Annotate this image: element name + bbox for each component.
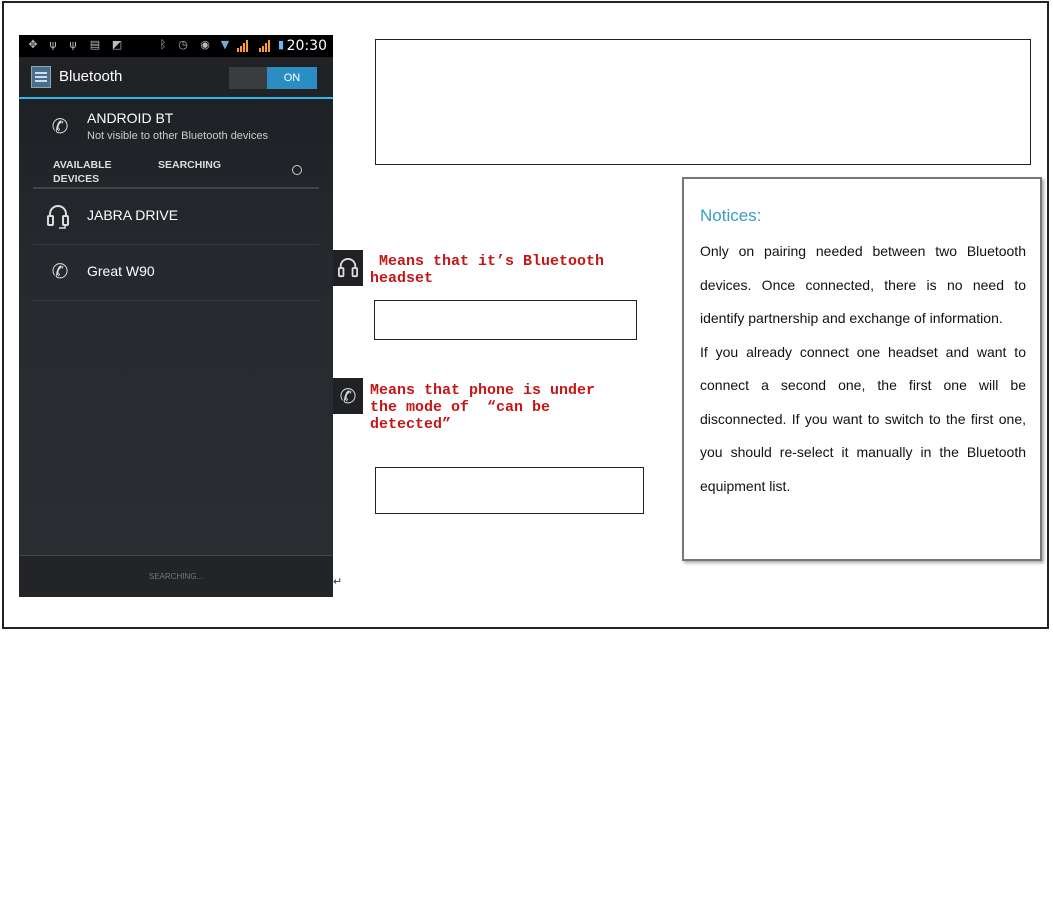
- devices-label: DEVICES: [53, 173, 100, 185]
- available-devices-header: AVAILABLE DEVICES SEARCHING: [33, 155, 319, 189]
- return-mark: ↵: [333, 576, 343, 588]
- headset-icon: [47, 205, 69, 229]
- signal-icon: [259, 40, 270, 52]
- notices-body: Only on pairing needed between two Bluet…: [700, 235, 1026, 503]
- local-device[interactable]: ✆ ANDROID BT Not visible to other Blueto…: [19, 99, 333, 151]
- battery-icon: ▮: [277, 38, 285, 51]
- phone-note: Means that phone is under the mode of “c…: [370, 382, 596, 433]
- usb-icon: ψ: [49, 38, 57, 51]
- sync-icon: ◉: [200, 38, 210, 51]
- notices-box: Notices: Only on pairing needed between …: [682, 177, 1042, 561]
- searching-label: SEARCHING: [158, 159, 222, 171]
- toggle-on-label: ON: [267, 67, 317, 89]
- usb-icon: ✥: [28, 38, 38, 51]
- bluetooth-toggle[interactable]: ON: [229, 67, 317, 89]
- phone-icon: ✆: [333, 378, 363, 414]
- usb-icon: ψ: [69, 38, 77, 51]
- available-label: AVAILABLE: [53, 159, 112, 171]
- visibility-status: Not visible to other Bluetooth devices: [87, 130, 268, 142]
- device-name: JABRA DRIVE: [87, 207, 179, 223]
- phone-icon: ✆: [51, 114, 69, 138]
- phone-screenshot: ✥ ψ ψ ▤ ◩ ᛒ ◷ ◉ ▼ ▮ 20:30 Bluetooth ON ✆…: [19, 35, 333, 597]
- headset-icon: [333, 250, 363, 286]
- empty-frame-middle: [374, 300, 637, 340]
- bluetooth-icon: ᛒ: [159, 38, 167, 51]
- alarm-icon: ◷: [178, 38, 188, 51]
- settings-app-icon[interactable]: [31, 66, 51, 88]
- search-button-label: SEARCHING...: [148, 572, 204, 581]
- phone-icon: ✆: [51, 259, 69, 283]
- headset-note: Means that it’s Bluetooth headset: [370, 253, 605, 287]
- status-bar: ✥ ψ ψ ▤ ◩ ᛒ ◷ ◉ ▼ ▮ 20:30: [19, 35, 333, 57]
- headset-icon: [338, 258, 358, 278]
- wifi-icon: ▼: [220, 38, 230, 51]
- notice-paragraph: Only on pairing needed between two Bluet…: [700, 243, 1026, 326]
- message-icon: ▤: [89, 38, 101, 51]
- signal-icon: [237, 40, 248, 52]
- local-device-name: ANDROID BT: [87, 110, 174, 126]
- progress-spinner: [292, 165, 302, 175]
- empty-frame-top: [375, 39, 1031, 165]
- notices-title: Notices:: [700, 206, 762, 225]
- action-bar: Bluetooth ON: [19, 57, 333, 99]
- search-button[interactable]: SEARCHING...: [19, 555, 333, 597]
- status-time: 20:30: [286, 38, 327, 54]
- empty-frame-bottom: [375, 467, 644, 514]
- device-row[interactable]: ✆ Great W90: [33, 245, 319, 301]
- device-row[interactable]: JABRA DRIVE: [33, 189, 319, 245]
- image-icon: ◩: [111, 38, 123, 51]
- page-title: Bluetooth: [59, 68, 123, 85]
- notice-paragraph: If you already connect one headset and w…: [700, 343, 1026, 494]
- device-name: Great W90: [87, 263, 155, 279]
